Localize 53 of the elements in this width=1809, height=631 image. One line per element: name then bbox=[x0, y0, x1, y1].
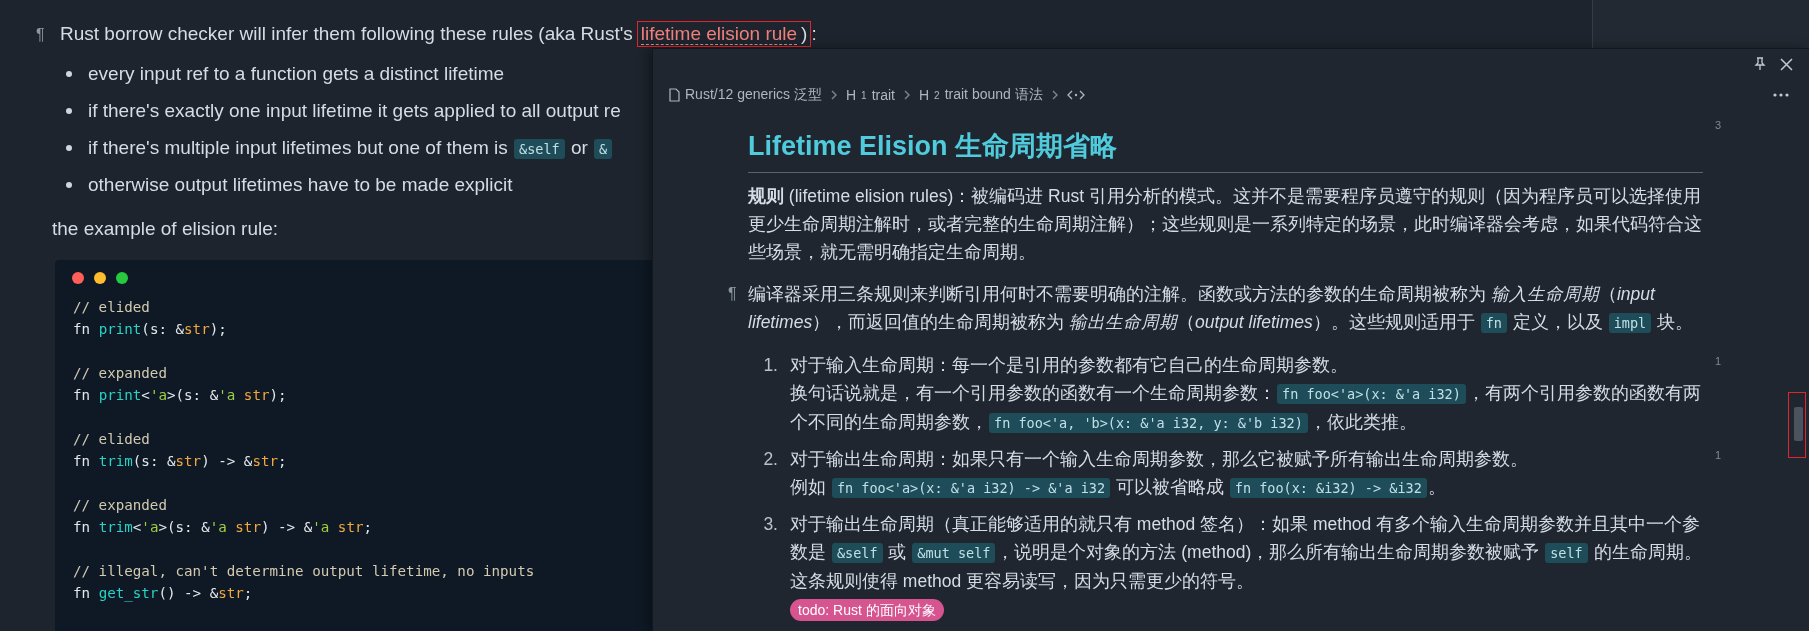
paren-text: ) bbox=[801, 22, 808, 46]
code-line: // illegal, can't determine output lifetime, no inputs bbox=[73, 562, 535, 581]
list-item-text: 换句话说就是，有一个引用参数的函数有一个生命周期参数： fn foo<'a>(x: &'a i32) ，有两个引用参数的函数有两个不同的生命周期参数， fn foo<'a, 'b>(x: &'a i32, y: &'b i32) ，依此类推。 bbox=[790, 382, 1702, 435]
code-line: // expanded bbox=[73, 496, 167, 515]
code-line: // elided bbox=[73, 298, 150, 317]
link[interactable]: lifetime elision rule bbox=[640, 24, 798, 45]
chevron-icon bbox=[1050, 89, 1059, 101]
paragraph-text: Rust borrow checker will infer them following these rules (aka Rust's bbox=[60, 22, 633, 46]
list-item-text: 例如 fn foo<'a>(x: &'a i32) -> &'a i32 可以被省略成 fn foo(x: &i32) -> &i32 。 bbox=[790, 476, 1447, 500]
paragraph-text: 编译器采用三条规则来判断引用何时不需要明确的注解。函数或方法的参数的生命周期被称为 输入生命周期（input lifetimes），而返回值的生命周期被称为 输出生命周期（output lifetimes）。这些规则适用于 fn 定义，以及 impl 块。 bbox=[748, 283, 1695, 335]
code-line: fn print(s: &str); bbox=[73, 320, 227, 339]
code-line: fn trim<'a>(s: &'a str) -> &'a str; bbox=[73, 518, 372, 537]
bullet-text: if there's exactly one input lifetime it gets applied to all output re bbox=[88, 99, 621, 122]
highlight-frame bbox=[1788, 392, 1806, 458]
close-icon[interactable] bbox=[1780, 57, 1793, 71]
bullet-icon bbox=[66, 181, 72, 188]
chevron-icon bbox=[903, 89, 911, 101]
pilcrow-mark: ¶ bbox=[728, 284, 738, 304]
code-symbol-icon[interactable] bbox=[1066, 89, 1085, 101]
window-dot-icon bbox=[94, 272, 106, 284]
caption-text: the example of elision rule: bbox=[52, 217, 278, 241]
bullet-text: if there's multiple input lifetimes but one of them is &self or & bbox=[88, 136, 614, 159]
window-dot-icon bbox=[116, 272, 128, 284]
code-line: // elided bbox=[73, 430, 150, 449]
more-icon[interactable] bbox=[1773, 93, 1789, 97]
colon-text: : bbox=[811, 22, 817, 46]
list-item-text: 对于输入生命周期：每一个是引用的参数都有它自己的生命周期参数。 bbox=[790, 354, 1349, 377]
pin-icon[interactable] bbox=[1754, 57, 1766, 71]
code-line: // expanded bbox=[73, 364, 167, 383]
todo-tag[interactable]: todo: Rust 的面向对象 bbox=[790, 599, 944, 621]
scrollbar-thumb[interactable] bbox=[1794, 407, 1803, 441]
heading: Lifetime Elision 生命周期省略 bbox=[748, 126, 1703, 173]
bullet-text: every input ref to a function gets a distinct lifetime bbox=[88, 62, 505, 85]
window-dot-icon bbox=[72, 272, 84, 284]
list-number: 1. bbox=[762, 354, 778, 377]
file-icon bbox=[669, 88, 680, 102]
pilcrow-mark: ¶ bbox=[36, 25, 46, 45]
bullet-icon bbox=[66, 144, 72, 151]
bullet-text: otherwise output lifetimes have to be made explicit bbox=[88, 173, 513, 196]
list-number: 3. bbox=[762, 513, 778, 536]
bullet-icon bbox=[66, 70, 72, 77]
code-line: fn trim(s: &str) -> &str; bbox=[73, 452, 287, 471]
count-label: 1 bbox=[1715, 448, 1723, 463]
list-item-text: 对于输出生命周期（真正能够适用的就只有 method 签名）：如果 method 有多个输入生命周期参数并且其中一个参数是 &self 或 &mut self ，说明是个对象的方法 (method)，那么所有输出生命周期参数被赋予 self 的生命周期。这条规则使得 method 更容易读写，因为只需更少的符号。 bbox=[790, 513, 1703, 593]
paragraph-text: 规则 (lifetime elision rules)：被编码进 Rust 引用分析的模式。这并不是需要程序员遵守的规则（因为程序员可以选择使用更少生命周期注解时，或者完整的生命周期注解）；这些规则是一系列特定的场景，此时编译器会考虑，如果代码符合这些场景，就无需明确指定生命周期。 bbox=[748, 185, 1703, 264]
count-label: 3 bbox=[1715, 118, 1723, 133]
list-number: 2. bbox=[762, 448, 778, 471]
list-item-text: 对于输出生命周期：如果只有一个输入生命周期参数，那么它被赋予所有输出生命周期参数。 bbox=[790, 448, 1528, 471]
chevron-icon bbox=[829, 89, 838, 101]
count-label: 1 bbox=[1715, 354, 1723, 369]
code-line: fn get_str() -> &str; bbox=[73, 584, 253, 604]
bullet-icon bbox=[66, 107, 72, 114]
code-line: fn print<'a>(s: &'a str); bbox=[73, 386, 287, 405]
